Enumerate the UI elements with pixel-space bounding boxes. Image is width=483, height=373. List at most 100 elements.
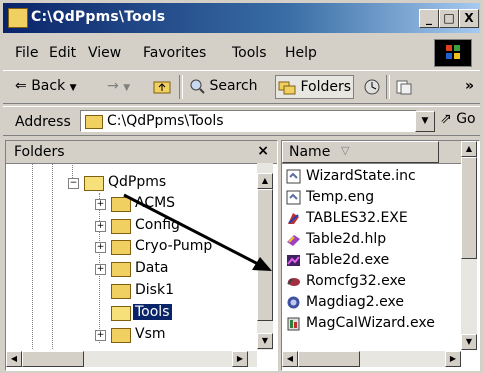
folder-icon [111, 240, 131, 255]
exe-graph-icon [287, 255, 300, 266]
expand-icon[interactable]: + [95, 199, 106, 210]
scroll-thumb[interactable] [461, 157, 477, 259]
go-button[interactable]: ⇗ Go [440, 111, 476, 127]
scroll-thumb[interactable] [257, 189, 273, 321]
tree-item-label: Disk1 [135, 282, 174, 298]
title-bar[interactable]: C:\QdPpms\Tools _ □ X [3, 3, 480, 33]
go-label: Go [456, 111, 476, 127]
back-label: Back [31, 78, 66, 94]
maximize-button[interactable]: □ [439, 9, 459, 28]
scroll-thumb[interactable] [298, 351, 360, 367]
file-name: Romcfg32.exe [306, 273, 406, 289]
history-button[interactable] [363, 78, 381, 100]
help-file-icon [287, 235, 300, 246]
file-name: Magdiag2.exe [306, 294, 404, 310]
folders-vertical-scrollbar[interactable]: ▲ ▼ [257, 163, 273, 350]
search-button[interactable]: Search [189, 78, 258, 94]
open-folder-icon [111, 306, 131, 321]
open-folder-icon [84, 176, 104, 191]
menu-favorites[interactable]: Favorites [143, 45, 206, 61]
tree-item-label: Data [135, 260, 169, 276]
menu-view[interactable]: View [88, 45, 121, 61]
expand-icon[interactable]: + [95, 330, 106, 341]
file-name: Table2d.hlp [306, 231, 387, 247]
exe-tool-icon [287, 278, 300, 286]
menu-edit[interactable]: Edit [49, 45, 76, 61]
tree-item-label: Cryo-Pump [135, 238, 213, 254]
scroll-down-icon[interactable]: ▼ [257, 333, 273, 349]
menu-bar: File Edit View Favorites Tools Help [3, 39, 480, 67]
scroll-left-icon[interactable]: ◀ [6, 351, 22, 367]
forward-button[interactable]: → ▼ [107, 78, 130, 94]
address-bar: Address C:\QdPpms\Tools ▼ ⇗ Go [3, 106, 480, 136]
text-file-icon [286, 169, 301, 184]
scroll-down-icon[interactable]: ▼ [461, 334, 477, 350]
menu-help[interactable]: Help [285, 45, 317, 61]
explorer-window: C:\QdPpms\Tools _ □ X File Edit View Fav… [0, 0, 483, 373]
scroll-up-icon[interactable]: ▲ [461, 141, 477, 157]
files-horizontal-scrollbar[interactable]: ◀ ▶ [282, 351, 461, 367]
scroll-right-icon[interactable]: ▶ [232, 351, 248, 367]
tree-item-label: Config [135, 217, 180, 233]
close-button[interactable]: X [459, 9, 479, 28]
text-file-icon [286, 190, 301, 205]
toolbar-overflow-button[interactable]: » [465, 78, 474, 94]
exe-app-icon [288, 213, 299, 224]
folders-pane: Folders × − QdPpms + ACMS + Config + Cry… [5, 140, 278, 371]
expand-icon[interactable]: + [95, 242, 106, 253]
expand-icon[interactable]: + [95, 264, 106, 275]
history-icon [364, 79, 380, 95]
close-folders-pane-icon[interactable]: × [257, 143, 269, 159]
move-to-icon [396, 80, 412, 95]
toolbar-separator [179, 75, 183, 99]
search-icon [190, 79, 205, 94]
address-dropdown-button[interactable]: ▼ [415, 111, 435, 132]
back-arrow-icon: ⇐ [15, 78, 27, 94]
forward-arrow-icon: → [107, 78, 119, 94]
go-arrow-icon: ⇗ [440, 111, 452, 127]
up-folder-icon [153, 81, 171, 94]
expand-icon[interactable]: + [95, 221, 106, 232]
address-label: Address [15, 114, 71, 130]
file-name: WizardState.inc [306, 168, 416, 184]
move-to-button[interactable] [395, 78, 413, 100]
file-name: Temp.eng [306, 189, 375, 205]
scroll-left-icon[interactable]: ◀ [282, 351, 298, 367]
folder-icon [111, 284, 131, 299]
forward-dropdown-icon: ▼ [123, 83, 131, 93]
address-path: C:\QdPpms\Tools [107, 113, 224, 129]
toolbar-separator [386, 75, 390, 99]
exe-wizard-icon [287, 317, 300, 331]
up-folder-button[interactable] [153, 78, 171, 98]
folders-icon [278, 81, 296, 95]
scroll-up-icon[interactable]: ▲ [257, 173, 273, 189]
scroll-right-icon[interactable]: ▶ [445, 351, 461, 367]
menu-tools[interactable]: Tools [232, 45, 267, 61]
name-column-label: Name [289, 144, 331, 160]
collapse-icon[interactable]: − [68, 178, 79, 189]
exe-gear-icon [287, 296, 300, 309]
folders-label: Folders [300, 79, 352, 95]
tree-item-label: QdPpms [108, 174, 167, 190]
windows-logo-icon [434, 39, 472, 67]
folder-icon [111, 197, 131, 212]
folders-button[interactable]: Folders [275, 75, 355, 99]
back-button[interactable]: ⇐ Back ▼ [15, 78, 77, 94]
scroll-thumb[interactable] [22, 351, 84, 367]
files-vertical-scrollbar[interactable]: ▲ ▼ [461, 141, 477, 350]
folders-pane-title: Folders [14, 144, 65, 160]
folder-search-icon [8, 8, 28, 28]
tree-item-label: Vsm [135, 326, 166, 342]
name-column-header[interactable]: Name ▽ [282, 141, 439, 163]
sort-descending-icon: ▽ [341, 144, 350, 157]
folder-icon [111, 219, 131, 234]
folders-horizontal-scrollbar[interactable]: ◀ ▶ [6, 351, 257, 367]
folder-icon [85, 115, 103, 129]
minimize-button[interactable]: _ [419, 9, 439, 28]
tree-line [52, 163, 53, 349]
tree-line [32, 163, 33, 349]
tree-item-label: Tools [132, 303, 173, 321]
menu-file[interactable]: File [15, 45, 38, 61]
standard-toolbar: ⇐ Back ▼ → ▼ Search Folders » [3, 70, 480, 104]
address-input[interactable]: C:\QdPpms\Tools [80, 110, 417, 132]
